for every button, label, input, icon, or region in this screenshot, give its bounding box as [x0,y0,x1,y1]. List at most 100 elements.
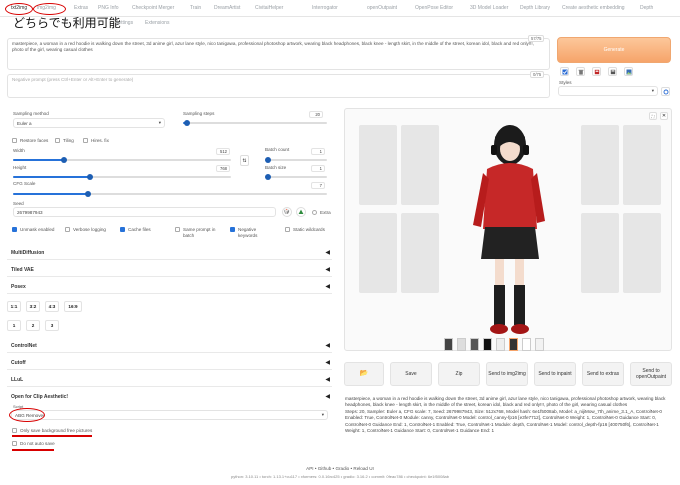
batch-count-input[interactable]: 1 [311,148,325,155]
image-preview[interactable]: ⛶ ✕ [344,108,672,351]
batch-size-thumb[interactable] [265,174,271,180]
footer-link-github[interactable]: Github [318,466,332,471]
tab-civitaihelper[interactable]: CivitaiHelper [255,5,283,11]
seed-input[interactable]: 2679987943 [13,207,276,217]
image-icon[interactable] [624,67,633,76]
extra-seed-checkbox[interactable] [312,210,317,215]
refresh-styles-icon[interactable] [661,87,670,96]
tab-depth-library[interactable]: Depth Library [520,5,550,11]
script-select[interactable]: ABG Remover ▾ [11,410,328,420]
width-input[interactable]: 512 [216,148,230,155]
same-prompt-checkbox[interactable] [175,227,180,232]
paste-params-icon[interactable] [560,67,569,76]
gallery-thumbnail[interactable] [444,338,453,351]
tab-aesthetic-embedding[interactable]: Create aesthetic embedding [562,5,625,11]
style-icon[interactable] [592,67,601,76]
bg-ghost-image [623,213,661,293]
gallery-thumbnail[interactable] [496,338,505,351]
height-input[interactable]: 768 [216,165,230,172]
negative-prompt-input[interactable]: Negative prompt (press Ctrl+Enter or Alt… [7,74,550,98]
tab-extras[interactable]: Extras [74,5,88,11]
send-to-openoutpaint-button[interactable]: Send to openOutpaint [630,362,672,386]
negative-keywords-checkbox[interactable] [230,227,235,232]
gallery-thumbnail[interactable] [457,338,466,351]
footer-link-reload[interactable]: Reload UI [353,466,373,471]
section-cutoff[interactable]: Cutoff ◀ [7,355,332,370]
save-style-icon[interactable] [608,67,617,76]
open-folder-button[interactable]: 📂 [344,362,384,386]
tab-depth[interactable]: Depth [640,5,653,11]
count-button-1[interactable]: 1 [7,320,21,331]
gallery-thumbnail[interactable] [470,338,479,351]
batch-size-input[interactable]: 1 [311,165,325,172]
gallery-thumbnail[interactable] [535,338,544,351]
height-thumb[interactable] [87,174,93,180]
tab-png-info[interactable]: PNG Info [98,5,119,11]
count-button-2[interactable]: 2 [26,320,40,331]
tab-openpose-editor[interactable]: OpenPose Editor [415,5,453,11]
section-multidiffusion[interactable]: MultiDiffusion ◀ [7,245,332,260]
tab-openoutpaint[interactable]: openOutpaint [367,5,397,11]
chevron-down-icon: ▾ [158,120,161,125]
trash-icon[interactable] [576,67,585,76]
batch-count-thumb[interactable] [265,157,271,163]
gallery-thumbnail[interactable] [483,338,492,351]
fullscreen-icon[interactable]: ⛶ [649,112,657,120]
zip-button[interactable]: Zip [438,362,480,386]
footer-link-api[interactable]: API [306,466,313,471]
ratio-button-3-2[interactable]: 3:2 [26,301,40,312]
tab-checkpoint-merger[interactable]: Checkpoint Merger [132,5,174,11]
generate-button[interactable]: Generate [557,37,671,63]
footer-link-gradio[interactable]: Gradio [335,466,349,471]
save-button[interactable]: Save [390,362,432,386]
height-slider[interactable] [13,174,231,180]
sampling-method-select[interactable]: Euler a ▾ [13,118,165,128]
only-save-bg-free-checkbox[interactable] [12,428,17,433]
tab-train[interactable]: Train [190,5,201,11]
folder-icon: 📂 [359,370,369,377]
section-posex[interactable]: Posex ◀ [7,279,332,294]
tab-dreamartist[interactable]: DreamArtist [214,5,240,11]
tab-extensions[interactable]: Extensions [145,20,169,26]
gallery-thumbnail-selected[interactable] [509,338,518,351]
hires-fix-checkbox[interactable] [83,138,88,143]
cfg-scale-slider[interactable] [13,191,327,197]
tab-3d-model-loader[interactable]: 3D Model Loader [470,5,508,11]
batch-count-slider[interactable] [265,157,327,163]
prompt-input[interactable]: masterpiece, a woman in a red hoodie is … [7,38,550,70]
sampling-steps-slider[interactable] [183,120,327,126]
recycle-seed-icon[interactable] [296,207,306,217]
gallery-thumbnail[interactable] [522,338,531,351]
sampling-steps-thumb[interactable] [184,120,190,126]
static-wildcards-checkbox[interactable] [285,227,290,232]
section-clip-aesthetic[interactable]: Open for Clip Aesthetic! ◀ [7,389,332,404]
swap-dimensions-icon[interactable]: ⇅ [240,155,249,166]
ratio-button-4-3[interactable]: 4:3 [45,301,59,312]
tiling-checkbox[interactable] [55,138,60,143]
cache-files-checkbox[interactable] [120,227,125,232]
section-llul[interactable]: LLuL ◀ [7,372,332,387]
width-thumb[interactable] [61,157,67,163]
send-to-extras-button[interactable]: Send to extras [582,362,624,386]
ratio-button-1-1[interactable]: 1:1 [7,301,21,312]
send-to-img2img-button[interactable]: Send to img2img [486,362,528,386]
send-to-inpaint-button[interactable]: Send to inpaint [534,362,576,386]
section-tiled-vae[interactable]: Tiled VAE ◀ [7,262,332,277]
batch-size-slider[interactable] [265,174,327,180]
verbose-logging-checkbox[interactable] [65,227,70,232]
cfg-scale-input[interactable]: 7 [311,182,325,189]
random-seed-icon[interactable]: 🎲 [282,207,292,217]
height-fill [13,176,90,178]
do-not-auto-save-checkbox[interactable] [12,441,17,446]
cfg-scale-thumb[interactable] [85,191,91,197]
count-button-3[interactable]: 3 [45,320,59,331]
restore-faces-checkbox[interactable] [12,138,17,143]
styles-select[interactable]: ▾ [558,86,658,96]
close-icon[interactable]: ✕ [660,112,668,120]
unmask-checkbox[interactable] [12,227,17,232]
section-controlnet[interactable]: ControlNet ◀ [7,338,332,353]
width-slider[interactable] [13,157,231,163]
tab-interrogator[interactable]: Interrogator [312,5,338,11]
ratio-button-16-9[interactable]: 16:9 [64,301,82,312]
sampling-steps-input[interactable]: 20 [309,111,323,118]
